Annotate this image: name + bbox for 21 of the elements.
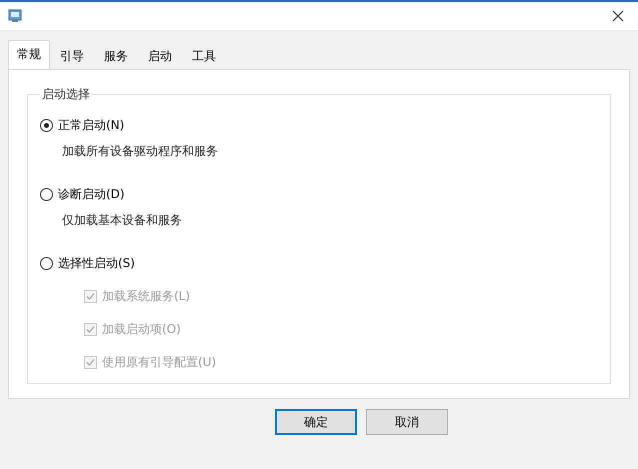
close-button[interactable] (610, 8, 626, 24)
tab[interactable]: 常规 (8, 40, 50, 69)
group-title: 启动选择 (41, 86, 91, 103)
tab[interactable]: 启动 (138, 42, 182, 69)
tab[interactable]: 工具 (182, 42, 226, 69)
radio-button[interactable] (40, 119, 53, 132)
dialog-button[interactable]: 确定 (275, 409, 357, 435)
tab[interactable]: 服务 (94, 42, 138, 69)
radio-label: 选择性启动(S) (58, 255, 135, 272)
tab[interactable]: 引导 (50, 42, 94, 69)
option-description: 加载所有设备驱动程序和服务 (62, 143, 219, 160)
radio-label: 正常启动(N) (58, 117, 124, 134)
dialog-button[interactable]: 取消 (366, 409, 448, 435)
checkbox-label: 加载启动项(O) (102, 321, 181, 338)
radio-button[interactable] (40, 257, 53, 270)
option-description: 仅加载基本设备和服务 (62, 212, 183, 229)
radio-button[interactable] (40, 188, 53, 201)
app-icon (8, 9, 22, 23)
checkbox-label: 使用原有引导配置(U) (102, 354, 216, 371)
checkbox-label: 加载系统服务(L) (102, 288, 190, 305)
radio-label: 诊断启动(D) (58, 186, 125, 203)
